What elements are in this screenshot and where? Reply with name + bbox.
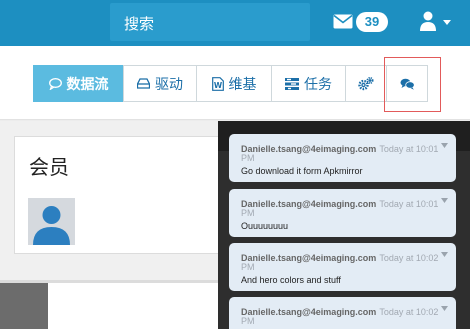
svg-text:W: W [213,81,222,90]
mail-count-badge[interactable]: 39 [356,12,388,32]
caret-down-icon[interactable] [443,20,451,25]
caret-down-icon[interactable] [441,143,448,148]
member-card: 会员 [14,136,249,254]
drive-icon [137,78,150,89]
message-time: Today at 10:02 [379,253,439,263]
caret-down-icon[interactable] [441,198,448,203]
tab-settings[interactable] [345,65,387,102]
chat-message[interactable]: Danielle.tsang@4eimaging.com Today at 10:… [229,297,456,329]
message-time-wrap: PM [241,153,255,163]
avatar[interactable] [28,198,75,245]
message-text: And hero colors and stuff [241,275,341,285]
tab-label: 任务 [304,76,332,93]
gears-icon [358,76,374,90]
message-time: Today at 10:01 [379,199,439,209]
highlight-box [384,57,441,112]
lower-dark-panel [0,283,48,329]
envelope-icon[interactable] [333,14,353,29]
message-sender: Danielle.tsang@4eimaging.com [241,253,377,263]
chat-panel: Danielle.tsang@4eimaging.com Today at 10:… [218,121,470,329]
wiki-icon: W [211,76,224,91]
chat-message[interactable]: Danielle.tsang@4eimaging.com Today at 10:… [229,189,456,237]
message-sender: Danielle.tsang@4eimaging.com [241,199,377,209]
search-box[interactable]: 搜索 [110,3,310,41]
message-text: Ouuuuuuuu [241,221,289,231]
lower-white-panel [48,283,224,329]
message-sender: Danielle.tsang@4eimaging.com [241,307,377,317]
tab-label: 数据流 [66,76,109,93]
user-icon[interactable] [420,11,436,31]
tab-tasks[interactable]: 任务 [271,65,346,102]
message-time: Today at 10:01 [379,144,439,154]
message-text: Go download it form Apkmirror [241,166,363,176]
caret-down-icon[interactable] [441,306,448,311]
chat-message[interactable]: Danielle.tsang@4eimaging.com Today at 10:… [229,243,456,291]
message-sender: Danielle.tsang@4eimaging.com [241,144,377,154]
tab-label: 驱动 [155,76,183,93]
tab-stream[interactable]: 数据流 [33,65,124,102]
member-card-title: 会员 [29,155,69,179]
chat-message[interactable]: Danielle.tsang@4eimaging.com Today at 10:… [229,134,456,182]
top-navbar: 搜索 39 [0,0,470,46]
tasks-icon [285,77,299,90]
tab-wiki[interactable]: W 维基 [196,65,272,102]
tab-label: 维基 [228,76,257,93]
avatar-placeholder-icon [33,206,70,245]
tab-bar: 数据流 驱动 W 维基 任务 [33,65,428,102]
message-time-wrap: PM [241,262,255,272]
message-time-wrap: PM [241,208,255,218]
chat-bubble-icon [48,77,62,90]
tab-drive[interactable]: 驱动 [123,65,197,102]
message-time: Today at 10:02 [379,307,439,317]
caret-down-icon[interactable] [441,252,448,257]
message-time-wrap: PM [241,316,255,326]
search-label: 搜索 [124,15,155,33]
